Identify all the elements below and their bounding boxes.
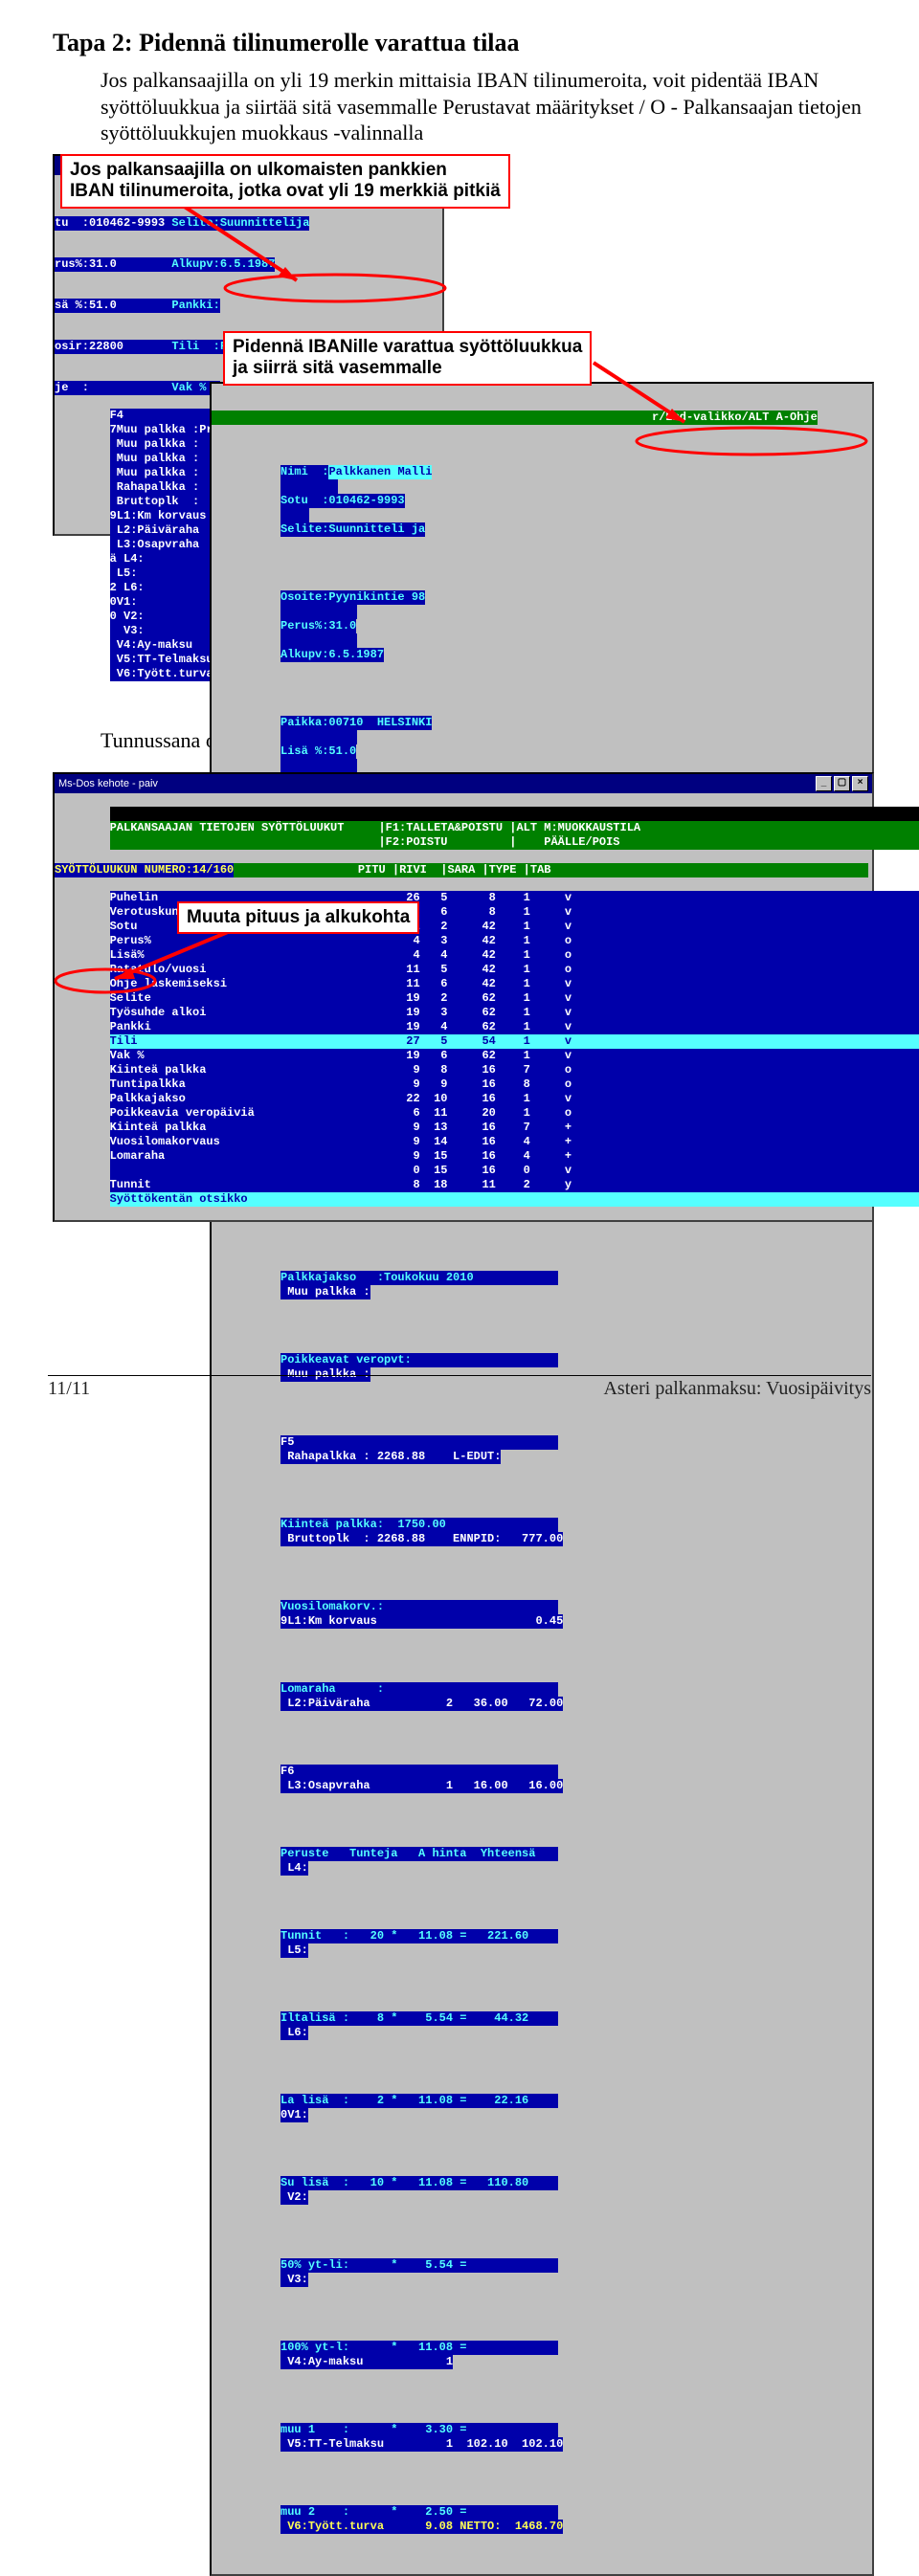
w2-k: Alkupv:6.5.1987 [280, 648, 384, 662]
w3-row-tili[interactable]: Tili 27 5 54 1 v [110, 1034, 919, 1049]
w3-row: Pankki 19 4 62 1 v [110, 1020, 919, 1034]
w1-f: sä %:51.0 [55, 299, 171, 313]
page-footer: 11/11 Asteri palkanmaksu: Vuosipäivitys [48, 1375, 871, 1400]
w2-r: L6: [280, 2026, 308, 2040]
w2-k: Lisä %:51.0 [280, 744, 356, 759]
w2-l: La lisä : 2 * 11.08 = 22.16 [280, 2094, 558, 2108]
w3-hdr: PALKANSAAJAN TIETOJEN SYÖTTÖLUUKUT |F1:T… [110, 821, 919, 835]
footer-title: Asteri palkanmaksu: Vuosipäivitys [603, 1378, 871, 1400]
w2-r: L2:Päiväraha 2 36.00 72.00 [280, 1697, 563, 1711]
w2-l: Lomaraha : [280, 1682, 558, 1697]
w2-k: Nimi : [280, 465, 328, 479]
callout-2-line2: ja siirrä sitä vasemmalle [233, 358, 442, 378]
w1-f: tu :010462-9993 [55, 216, 171, 231]
w3-hdr3: SYÖTTÖLUUKUN NUMERO:14/160 [55, 863, 234, 877]
callout-3: Muuta pituus ja alkukohta [177, 901, 419, 935]
w3-row: Kiinteä palkka 9 8 16 7 o [110, 1063, 919, 1077]
w3-row: Ohje laskemiseksi 11 6 42 1 v [110, 977, 919, 991]
w3-footer: Syöttökentän otsikko [110, 1192, 919, 1207]
w2-r: Bruttoplk : 2268.88 ENNPID: 777.00 [280, 1532, 563, 1546]
w2-l: Kiinteä palkka: 1750.00 [280, 1518, 558, 1532]
w3-row: Tunnit 8 18 11 2 y [110, 1178, 919, 1192]
w1-v: Selite:Suunnittelija [171, 216, 309, 231]
w1-f: rus%:31.0 [55, 257, 171, 272]
w2-r: Rahapalkka : 2268.88 L-EDUT: [280, 1450, 501, 1464]
w2-r: V6:Tyött.turva 9.08 NETTO: 1468.70 [280, 2520, 563, 2534]
w2-l: Poikkeavat veropvt: [280, 1353, 558, 1367]
w2-l: muu 1 : * 3.30 = [280, 2423, 558, 2437]
w2-k: Perus%:31.0 [280, 619, 356, 633]
w3-row: Vak % 19 6 62 1 v [110, 1049, 919, 1063]
callout-1-line2: IBAN tilinumeroita, jotka ovat yli 19 me… [70, 181, 501, 201]
w3-row: Ratatulo/vuosi 11 5 42 1 o [110, 963, 919, 977]
w2-r: L3:Osapvraha 1 16.00 16.00 [280, 1779, 563, 1793]
w3-row: Palkkajakso 22 10 16 1 v [110, 1092, 919, 1106]
w2-l: Iltalisä : 8 * 5.54 = 44.32 [280, 2011, 558, 2026]
w2-l: Palkkajakso :Toukokuu 2010 [280, 1271, 558, 1285]
w2-r: V2: [280, 2190, 308, 2205]
callout-3-text: Muuta pituus ja alkukohta [187, 907, 410, 927]
minimize-icon[interactable]: _ [816, 776, 832, 791]
w1-v: Pankki: [171, 299, 219, 313]
w2-k: Sotu :010462-9993 [280, 494, 405, 508]
callout-1: Jos palkansaajilla on ulkomaisten pankki… [60, 154, 510, 210]
callout-2: Pidennä IBANille varattua syöttöluukkua … [223, 331, 592, 387]
w2-k: Selite:Suunnitteli ja [280, 522, 425, 537]
w2-l: 100% yt-l: * 11.08 = [280, 2341, 558, 2355]
w3-row: Työsuhde alkoi 19 3 62 1 v [110, 1006, 919, 1020]
callout-2-line1: Pidennä IBANille varattua syöttöluukkua [233, 337, 582, 357]
window-3-title: Ms-Dos kehote - paiv [58, 778, 158, 789]
w2-r: L5: [280, 1943, 308, 1958]
w3-row: Tuntipalkka 9 9 16 8 o [110, 1077, 919, 1092]
w3-hdr3b: PITU |RIVI |SARA |TYPE |TAB [234, 863, 868, 877]
window-3-titlebar[interactable]: Ms-Dos kehote - paiv _ ▢ × [55, 774, 872, 793]
w2-l: Peruste Tunteja A hinta Yhteensä [280, 1847, 558, 1861]
w2-k: Osoite:Pyynikintie 98 [280, 590, 425, 605]
maximize-icon[interactable]: ▢ [834, 776, 850, 791]
w3-row: Vuosilomakorvaus 9 14 16 4 + [110, 1135, 919, 1149]
w2-r: Muu palkka : [280, 1285, 370, 1299]
w2-topbar: r/End-valikko/ALT A-Ohje [652, 411, 818, 425]
w2-l: Su lisä : 10 * 11.08 = 110.80 [280, 2176, 558, 2190]
intro-paragraph: Jos palkansaajilla on yli 19 merkin mitt… [101, 67, 866, 146]
w2-l: Tunnit : 20 * 11.08 = 221.60 [280, 1929, 558, 1943]
w3-row: Poikkeavia veropäiviä 6 11 20 1 o [110, 1106, 919, 1121]
w2-r: 0V1: [280, 2108, 308, 2122]
window-2: r/End-valikko/ALT A-Ohje Nimi :Palkkanen… [210, 382, 874, 2576]
w2-r: V5:TT-Telmaksu 1 102.10 102.10 [280, 2437, 563, 2452]
w3-row: Selite 19 2 62 1 v [110, 991, 919, 1006]
w2-l: F5 [280, 1435, 558, 1450]
w2-r: V4:Ay-maksu 1 [280, 2355, 453, 2369]
w1-f: osir:22800 [55, 340, 171, 354]
w2-l: Vuosilomakorv.: [280, 1600, 558, 1614]
w1-f: je : [55, 381, 171, 395]
callout-1-line1: Jos palkansaajilla on ulkomaisten pankki… [70, 160, 447, 180]
w2-v: Palkkanen Malli [328, 465, 432, 479]
w1-v: Alkupv:6.5.1987 [171, 257, 275, 272]
w2-r: 9L1:Km korvaus 0.45 [280, 1614, 563, 1629]
w3-row: Perus% 4 3 42 1 o [110, 934, 919, 948]
close-icon[interactable]: × [852, 776, 868, 791]
w2-l: 50% yt-li: * 5.54 = [280, 2258, 558, 2273]
w3-row: 0 15 16 0 v [110, 1164, 919, 1178]
w2-r: V3: [280, 2273, 308, 2287]
w3-row: Lomaraha 9 15 16 4 + [110, 1149, 919, 1164]
w2-k: Paikka:00710 HELSINKI [280, 716, 432, 730]
w3-hdr: |F2:POISTU | PÄÄLLE/POIS [110, 835, 919, 850]
w2-r: L4: [280, 1861, 308, 1876]
w3-row: Lisä% 4 4 42 1 o [110, 948, 919, 963]
window-3: Ms-Dos kehote - paiv _ ▢ × PALKANSAAJAN … [53, 772, 874, 1222]
section-heading: Tapa 2: Pidennä tilinumerolle varattua t… [53, 29, 866, 57]
page-number: 11/11 [48, 1378, 90, 1400]
w3-row: Kiinteä palkka 9 13 16 7 + [110, 1121, 919, 1135]
w2-l: muu 2 : * 2.50 = [280, 2505, 558, 2520]
w2-l: F6 [280, 1765, 558, 1779]
